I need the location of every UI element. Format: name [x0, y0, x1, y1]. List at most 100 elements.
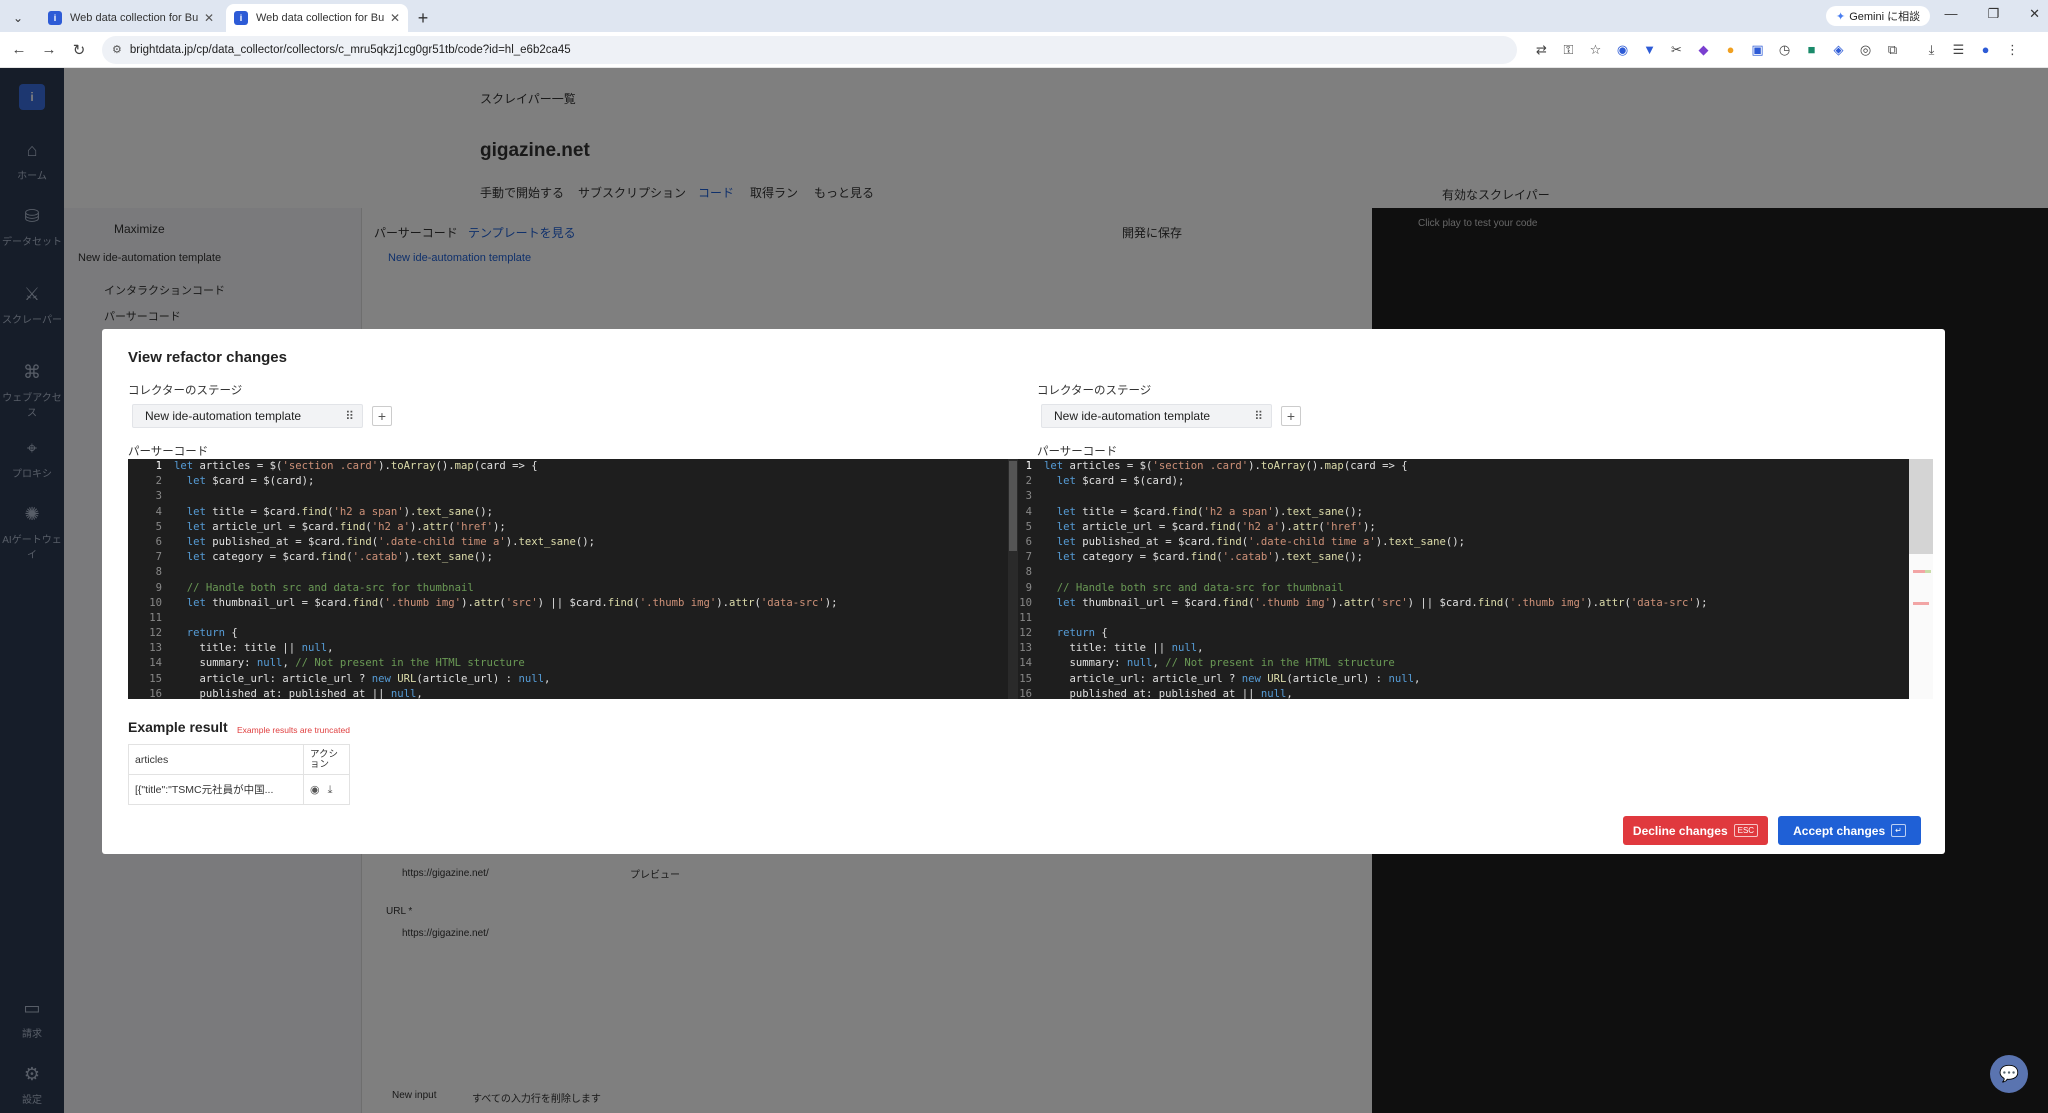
- browser-tab-2[interactable]: i Web data collection for Busines ✕: [226, 4, 408, 32]
- line-number: 6: [155, 535, 162, 548]
- left-stage-select[interactable]: New ide-automation template ⠿: [132, 404, 363, 428]
- code-line[interactable]: 1 let articles = $('section .card').toArr…: [128, 459, 1008, 474]
- menu-kebab-icon[interactable]: ⋮: [2004, 41, 2021, 58]
- right-stage-label: コレクターのステージ: [1037, 385, 1152, 397]
- code-line[interactable]: 12 return {: [128, 626, 1008, 641]
- line-number: 6: [1025, 535, 1032, 548]
- line-number: 8: [155, 566, 162, 579]
- code-line[interactable]: 11: [1018, 611, 1909, 626]
- code-line[interactable]: 2 let $card = $(card);: [1018, 474, 1909, 489]
- minimize-icon[interactable]: —: [1944, 6, 1957, 22]
- left-editor-scrollbar[interactable]: [1008, 459, 1018, 699]
- extension-icon[interactable]: ◷: [1776, 41, 1793, 58]
- browser-tab-1[interactable]: i Web data collection for Busines ✕: [40, 4, 222, 32]
- code-line[interactable]: 8: [1018, 565, 1909, 580]
- code-line[interactable]: 10 let thumbnail_url = $card.find('.thum…: [128, 596, 1008, 611]
- line-number: 16: [1019, 687, 1032, 699]
- code-line[interactable]: 6 let published_at = $card.find('.date-c…: [128, 535, 1008, 550]
- code-line[interactable]: 13 title: title || null,: [1018, 641, 1909, 656]
- code-line[interactable]: 10 let thumbnail_url = $card.find('.thum…: [1018, 596, 1909, 611]
- extension-icon[interactable]: ✂: [1668, 41, 1685, 58]
- extension-icon[interactable]: ◉: [1614, 41, 1631, 58]
- restore-icon[interactable]: ❐: [1987, 6, 1999, 22]
- code-line[interactable]: 4 let title = $card.find('h2 a span').te…: [128, 505, 1008, 520]
- extension-icons: ⇄ ⚿ ☆ ◉ ▼ ✂ ◆ ● ▣ ◷ ■ ◈ ◎ ⧉ ⤓ ☰ ● ⋮: [1533, 41, 2021, 58]
- diff-overview-ruler[interactable]: [1909, 459, 1933, 699]
- address-bar[interactable]: ⚙ brightdata.jp/cp/data_collector/collec…: [102, 35, 1517, 64]
- code-line[interactable]: 1 let articles = $('section .card').toArr…: [1018, 459, 1909, 474]
- code-line[interactable]: 16 published_at: published_at || null,: [128, 687, 1008, 699]
- code-line[interactable]: 6 let published_at = $card.find('.date-c…: [1018, 535, 1909, 550]
- add-stage-button[interactable]: +: [372, 406, 392, 426]
- drag-handle-icon[interactable]: ⠿: [345, 409, 354, 423]
- back-icon[interactable]: ←: [4, 41, 34, 58]
- extension-icon[interactable]: ●: [1722, 41, 1739, 58]
- left-code-label: パーサーコード: [128, 446, 209, 458]
- translate-icon[interactable]: ⇄: [1533, 41, 1550, 58]
- reading-list-icon[interactable]: ☰: [1950, 41, 1967, 58]
- tab-list-chevron-icon[interactable]: ⌄: [0, 4, 36, 32]
- code-line[interactable]: 3: [1018, 489, 1909, 504]
- extension-icon[interactable]: ◎: [1857, 41, 1874, 58]
- modified-code-editor[interactable]: 1 let articles = $('section .card').toArr…: [1018, 459, 1909, 699]
- forward-icon[interactable]: →: [34, 41, 64, 58]
- close-icon[interactable]: ✕: [390, 11, 400, 25]
- code-line[interactable]: 7 let category = $card.find('.catab').te…: [1018, 550, 1909, 565]
- add-stage-button[interactable]: +: [1281, 406, 1301, 426]
- ruler-thumb[interactable]: [1909, 459, 1933, 554]
- eye-icon[interactable]: ◉: [310, 784, 320, 796]
- code-line[interactable]: 5 let article_url = $card.find('h2 a').a…: [1018, 520, 1909, 535]
- code-text: let category = $card.find('.catab').text…: [186, 551, 493, 564]
- tab-title: Web data collection for Busines: [256, 12, 384, 24]
- code-line[interactable]: 12 return {: [1018, 626, 1909, 641]
- drag-handle-icon[interactable]: ⠿: [1254, 409, 1263, 423]
- extension-icon[interactable]: ▼: [1641, 41, 1658, 58]
- code-line[interactable]: 14 summary: null, // Not present in the …: [128, 656, 1008, 671]
- site-info-icon[interactable]: ⚙: [112, 43, 122, 56]
- code-line[interactable]: 3: [128, 489, 1008, 504]
- code-line[interactable]: 15 article_url: article_url ? new URL(ar…: [1018, 672, 1909, 687]
- line-number: 9: [155, 581, 162, 594]
- new-tab-button[interactable]: +: [408, 4, 438, 32]
- code-line[interactable]: 13 title: title || null,: [128, 641, 1008, 656]
- code-line[interactable]: 5 let article_url = $card.find('h2 a').a…: [128, 520, 1008, 535]
- gemini-button[interactable]: ✦ Gemini に相談: [1826, 6, 1931, 26]
- close-icon[interactable]: ✕: [204, 11, 214, 25]
- stage-select-value: New ide-automation template: [1054, 409, 1211, 423]
- code-line[interactable]: 2 let $card = $(card);: [128, 474, 1008, 489]
- refactor-changes-modal: View refactor changes コレクターのステージ New ide…: [102, 329, 1945, 854]
- code-line[interactable]: 11: [128, 611, 1008, 626]
- code-line[interactable]: 9 // Handle both src and data-src for th…: [128, 581, 1008, 596]
- extension-icon[interactable]: ■: [1803, 41, 1820, 58]
- code-line[interactable]: 8: [128, 565, 1008, 580]
- code-line[interactable]: 15 article_url: article_url ? new URL(ar…: [128, 672, 1008, 687]
- download-icon[interactable]: ⤓: [1923, 41, 1940, 58]
- line-number: 3: [1025, 490, 1032, 503]
- code-text: // Handle both src and data-src for thum…: [186, 581, 474, 594]
- code-line[interactable]: 7 let category = $card.find('.catab').te…: [128, 550, 1008, 565]
- code-line[interactable]: 9 // Handle both src and data-src for th…: [1018, 581, 1909, 596]
- original-code-editor[interactable]: 1 let articles = $('section .card').toArr…: [128, 459, 1008, 699]
- extension-icon[interactable]: ◆: [1695, 41, 1712, 58]
- code-line[interactable]: 16 published_at: published_at || null,: [1018, 687, 1909, 699]
- extension-icon[interactable]: ◈: [1830, 41, 1847, 58]
- key-icon[interactable]: ⚿: [1560, 41, 1577, 58]
- scrollbar-thumb[interactable]: [1009, 461, 1017, 551]
- decline-changes-button[interactable]: Decline changes ESC: [1623, 816, 1768, 845]
- window-controls: — ❐ ✕: [1944, 6, 2040, 22]
- puzzle-icon[interactable]: ⧉: [1884, 41, 1901, 58]
- accept-changes-button[interactable]: Accept changes ↵: [1778, 816, 1921, 845]
- line-number: 2: [1025, 475, 1032, 488]
- chat-support-icon[interactable]: 💬: [1990, 1055, 2028, 1093]
- code-line[interactable]: 14 summary: null, // Not present in the …: [1018, 656, 1909, 671]
- close-window-icon[interactable]: ✕: [2029, 6, 2040, 22]
- download-icon[interactable]: ⤓: [328, 784, 333, 796]
- code-text: let article_url = $card.find('h2 a').att…: [186, 520, 506, 533]
- line-number: 7: [1025, 551, 1032, 564]
- right-stage-select[interactable]: New ide-automation template ⠿: [1041, 404, 1272, 428]
- reload-icon[interactable]: ↻: [64, 41, 94, 59]
- extension-icon[interactable]: ▣: [1749, 41, 1766, 58]
- profile-icon[interactable]: ●: [1977, 41, 1994, 58]
- code-line[interactable]: 4 let title = $card.find('h2 a span').te…: [1018, 505, 1909, 520]
- star-icon[interactable]: ☆: [1587, 41, 1604, 58]
